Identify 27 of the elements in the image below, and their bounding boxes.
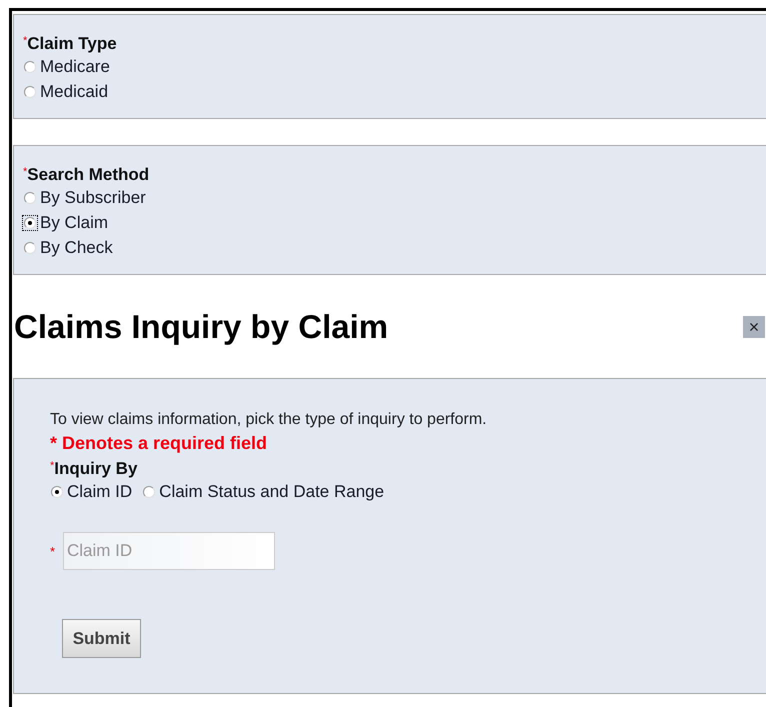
intro-text: To view claims information, pick the type of inquiry to perform. [50, 410, 488, 430]
group-label: Search Method [27, 165, 150, 185]
radio-button[interactable] [50, 485, 64, 499]
required-mark: * [50, 459, 54, 473]
required-mark: * [23, 34, 28, 48]
dialog-title: Claims Inquiry by Claim [13, 306, 390, 347]
radio-label: By Claim [40, 212, 108, 234]
radio-button[interactable] [23, 216, 37, 230]
radio-button[interactable] [23, 190, 37, 204]
radio-button[interactable] [23, 84, 37, 98]
radio-label: Claim Status and Date Range [159, 481, 384, 504]
claim-id-field[interactable]: Claim ID [63, 532, 275, 570]
submit-button[interactable]: Submit [62, 619, 141, 658]
group-label: Inquiry By [54, 459, 138, 479]
radio-button[interactable] [23, 240, 37, 254]
group-label: Claim Type [27, 34, 117, 54]
radio-label: Medicaid [40, 80, 108, 103]
radio-label: By Check [40, 236, 113, 259]
radio-label: Medicare [40, 56, 110, 78]
required-mark: * [50, 543, 56, 561]
close-button[interactable]: × [743, 316, 765, 338]
radio-label: Claim ID [67, 481, 132, 504]
required-mark: * [23, 165, 28, 179]
radio-button[interactable] [23, 60, 37, 74]
required-note: * Denotes a required field [50, 432, 268, 455]
radio-label: By Subscriber [40, 186, 146, 209]
radio-button[interactable] [142, 485, 156, 499]
